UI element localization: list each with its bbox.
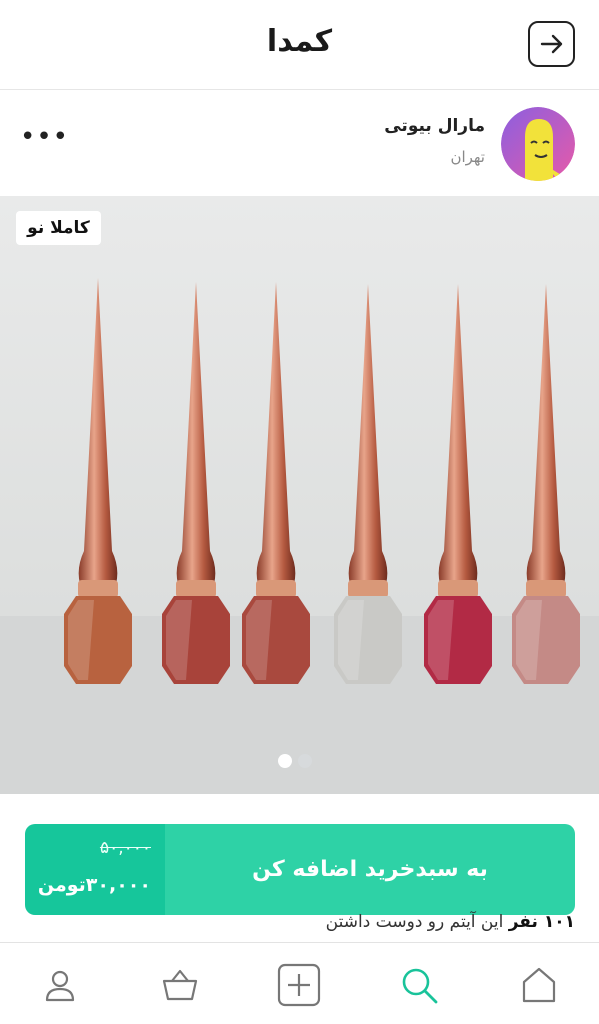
old-price: ۵۰,۰۰۰ <box>99 838 151 858</box>
arrow-right-icon <box>540 34 562 54</box>
seller-avatar[interactable] <box>501 107 575 181</box>
home-icon <box>522 967 556 1003</box>
nav-search[interactable] <box>397 963 441 1007</box>
back-button[interactable] <box>528 21 575 67</box>
plus-square-icon <box>277 963 321 1007</box>
nav-home[interactable] <box>517 963 561 1007</box>
slide-indicator <box>278 754 312 768</box>
add-to-cart-bar: ۵۰,۰۰۰ ۳۰,۰۰۰تومن به سبدخرید اضافه کن <box>25 824 575 915</box>
new-price: ۳۰,۰۰۰تومن <box>37 874 151 896</box>
seller-city: تهران <box>450 148 485 166</box>
nav-profile[interactable] <box>38 963 82 1007</box>
condition-badge: کاملا نو <box>16 211 101 245</box>
nav-basket[interactable] <box>158 963 202 1007</box>
slide-dot-1[interactable] <box>278 754 292 768</box>
likes-label: این آیتم رو دوست داشتن <box>325 912 504 932</box>
slide-dot-2[interactable] <box>298 754 312 768</box>
basket-icon <box>162 969 198 1001</box>
likes-count: ۱۰۱ نفر <box>508 912 575 932</box>
likes-text[interactable]: ۱۰۱ نفر این آیتم رو دوست داشتن <box>326 912 575 932</box>
app-logo: کمدا <box>266 24 333 59</box>
add-to-cart-button[interactable]: به سبدخرید اضافه کن <box>165 824 575 915</box>
seller-name[interactable]: مارال بیوتی <box>384 116 485 136</box>
nav-add[interactable] <box>277 963 321 1007</box>
price-box: ۵۰,۰۰۰ ۳۰,۰۰۰تومن <box>25 824 165 915</box>
top-bar: کمدا <box>0 0 599 90</box>
more-options-button[interactable]: ••• <box>20 124 68 156</box>
user-icon <box>45 970 75 1002</box>
search-icon <box>402 968 438 1004</box>
product-image[interactable] <box>0 196 599 794</box>
bottom-navigation <box>0 942 599 1024</box>
